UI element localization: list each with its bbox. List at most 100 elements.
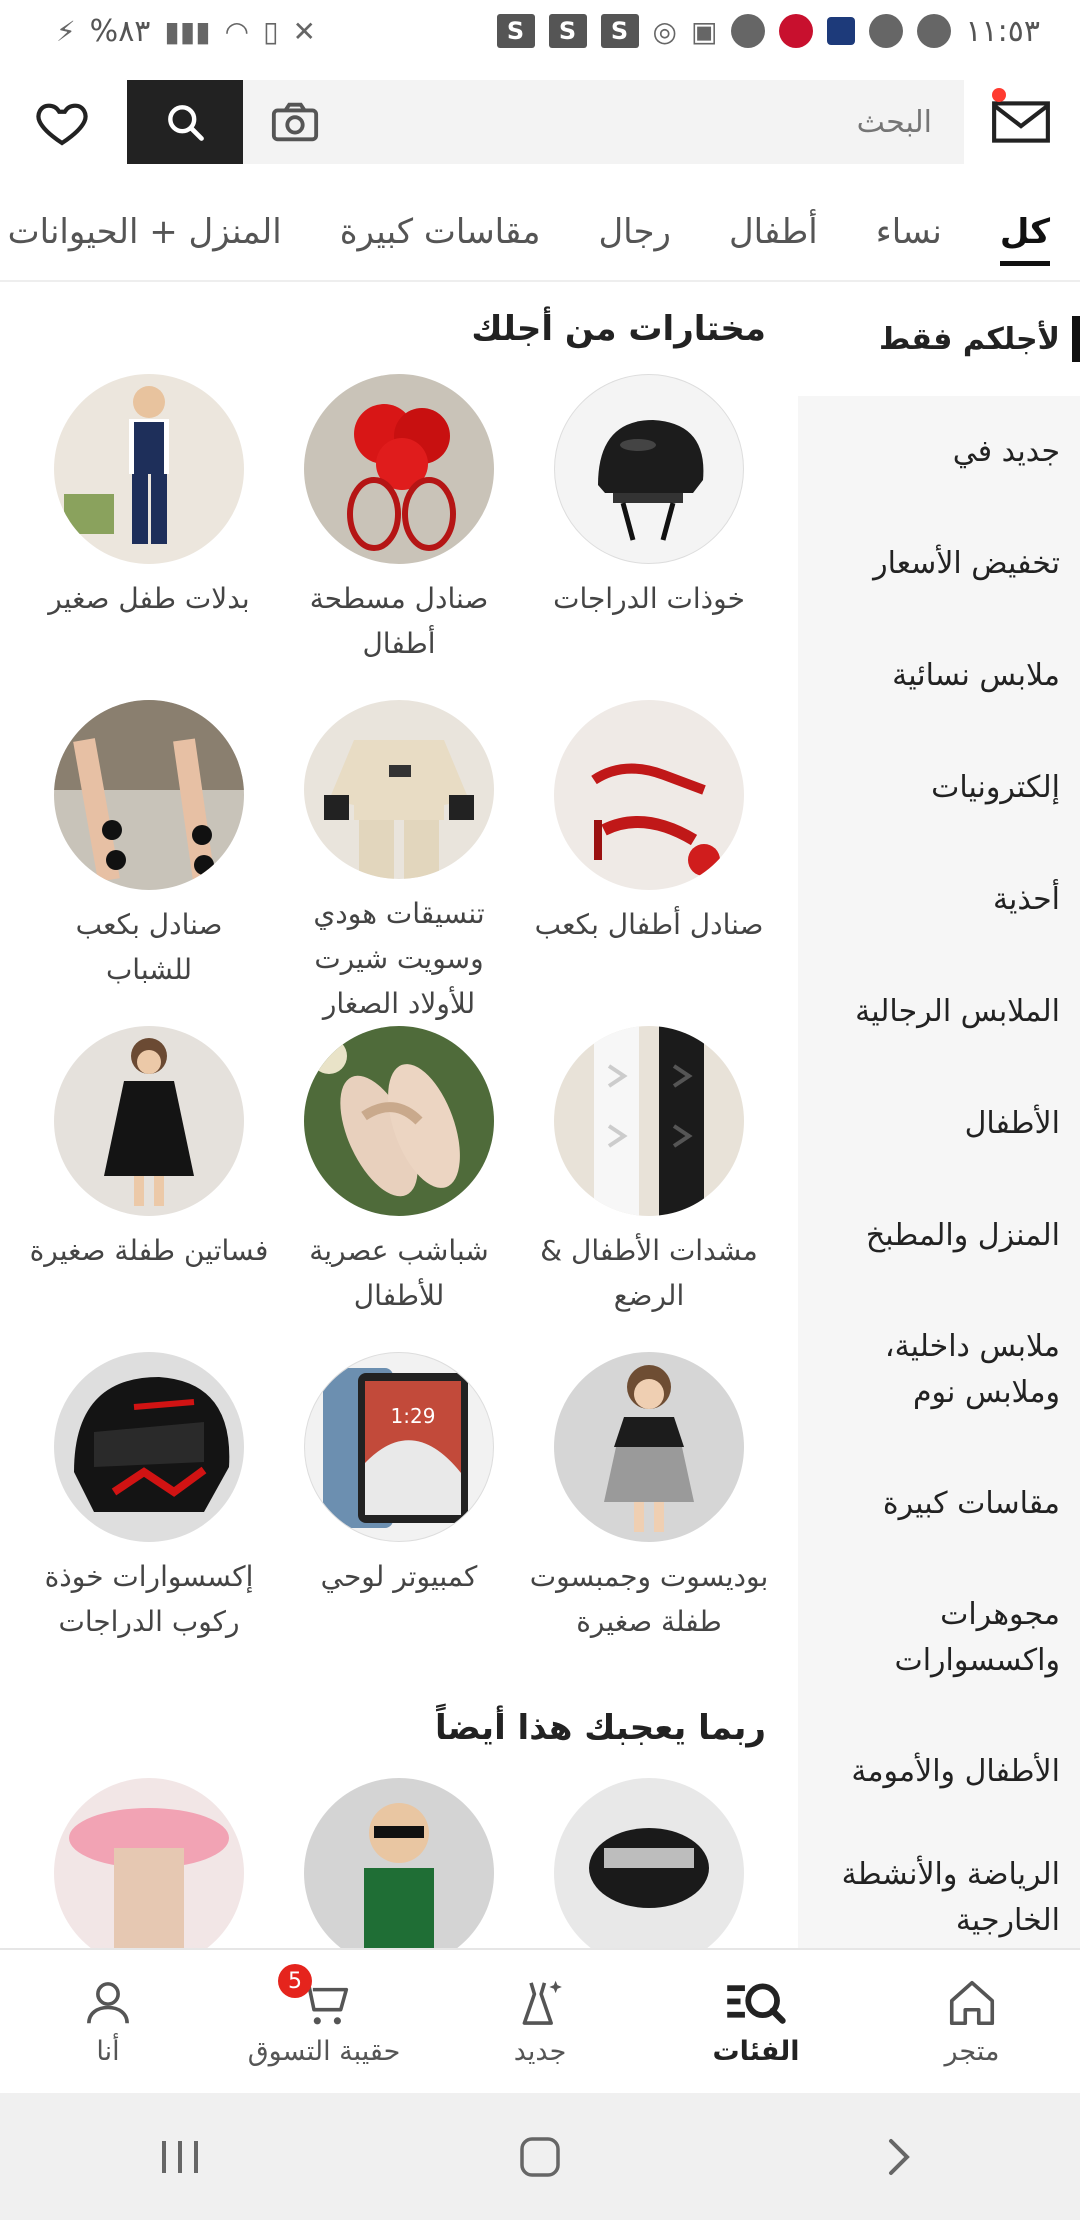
status-right: S S S ◎ ▣ ١١:٥٣	[496, 13, 1040, 49]
dress-sparkle-icon	[522, 1980, 562, 2025]
wifi-icon: ◠	[224, 14, 250, 48]
search-button[interactable]	[127, 80, 243, 164]
category-label: مشدات الأطفال & الرضع	[540, 1234, 758, 1312]
category-item[interactable]: بدلات طفل صغير	[24, 374, 274, 700]
notification-dot	[992, 88, 1006, 102]
main-content: مختارات من أجلك خوذات الدراجات صنادل مسط…	[0, 284, 798, 1948]
sidebar-item-electronics[interactable]: إلكترونيات	[798, 732, 1080, 844]
category-item[interactable]: مشدات الأطفال & الرضع	[524, 1026, 774, 1352]
s-app-icon: S	[600, 14, 639, 48]
category-label: بوديسوت وجمبسوت طفلة صغيرة	[529, 1560, 769, 1638]
tights-image	[554, 1026, 744, 1216]
recommendation-item[interactable]	[274, 1778, 524, 1948]
incognito-icon: ◎	[652, 14, 677, 48]
category-label: تنسيقات هودي وسويت شيرت للأولاد الصغار	[313, 897, 485, 1020]
back-button[interactable]	[865, 2122, 935, 2192]
cart-badge: 5	[278, 1964, 312, 1998]
mail-icon	[992, 101, 1050, 143]
search-row	[0, 78, 1080, 166]
sidebar-item-underwear-sleepwear[interactable]: ملابس داخلية، وملابس نوم	[798, 1292, 1080, 1448]
red-sandals-image	[304, 374, 494, 564]
category-item[interactable]: خوذات الدراجات	[524, 374, 774, 700]
recommendation-item[interactable]	[524, 1778, 774, 1948]
nav-cart[interactable]: 5 حقيبة التسوق	[216, 1950, 432, 2093]
tablet-image: 1:29	[304, 1352, 494, 1542]
category-item[interactable]: إكسسوارات خوذة ركوب الدراجات	[24, 1352, 274, 1678]
tab-women[interactable]: نساء	[876, 212, 942, 260]
home-circle-icon	[520, 2136, 560, 2177]
sidebar-item-new-in[interactable]: جديد في	[798, 396, 1080, 508]
sidebar-item-sale[interactable]: تخفيض الأسعار	[798, 508, 1080, 620]
product-image	[54, 1778, 244, 1948]
sidebar-item-baby-maternity[interactable]: الأطفال والأمومة	[798, 1716, 1080, 1828]
top-tabs: كل نساء أطفال رجال مقاسات كبيرة المنزل +…	[0, 192, 1080, 282]
nav-shop-label: متجر	[944, 2036, 1000, 2067]
sidebar-item-sports-outdoor[interactable]: الرياضة والأنشطة الخارجية	[798, 1828, 1080, 1948]
nav-me[interactable]: أنا	[0, 1950, 216, 2093]
category-label: كمبيوتر لوحي	[320, 1560, 478, 1593]
product-image	[554, 1778, 744, 1948]
heart-icon	[36, 103, 88, 146]
sidebar-item-home-kitchen[interactable]: المنزل والمطبخ	[798, 1180, 1080, 1292]
sidebar-item-kids[interactable]: الأطفال	[798, 1068, 1080, 1180]
status-left: ⚡ %٨٣ ▮▮▮ ◠ ▯ ✕	[56, 14, 316, 49]
nav-shop[interactable]: متجر	[864, 1950, 1080, 2093]
bodysuit-image	[554, 1352, 744, 1542]
sidebar-item-for-you[interactable]: لأجلكم فقط	[798, 284, 1080, 396]
hoodie-set-image	[304, 700, 494, 879]
moto-helmet-image	[54, 1352, 244, 1542]
sidebar-item-jewelry-accessories[interactable]: مجوهرات واكسسوارات	[798, 1560, 1080, 1716]
sidebar-item-plus-size[interactable]: مقاسات كبيرة	[798, 1448, 1080, 1560]
category-item[interactable]: بوديسوت وجمبسوت طفلة صغيرة	[524, 1352, 774, 1678]
home-button[interactable]	[505, 2122, 575, 2192]
sidebar-item-shoes[interactable]: أحذية	[798, 844, 1080, 956]
chevron-right-icon	[889, 2138, 910, 2175]
category-item[interactable]: صنادل أطفال بكعب	[524, 700, 774, 1026]
category-item[interactable]: شباشب عصرية للأطفال	[274, 1026, 524, 1352]
tab-plus-size[interactable]: مقاسات كبيرة	[340, 212, 541, 260]
tab-all[interactable]: كل	[999, 212, 1051, 266]
messages-button[interactable]	[990, 96, 1052, 148]
system-navigation	[0, 2093, 1080, 2220]
category-item[interactable]: صنادل مسطحة أطفال	[274, 374, 524, 700]
battery-saver-icon: ▯	[263, 14, 279, 48]
search-field[interactable]	[243, 80, 964, 164]
tab-men[interactable]: رجال	[598, 212, 671, 260]
girl-dress-image	[54, 1026, 244, 1216]
category-item[interactable]: صنادل بكعب للشباب	[24, 700, 274, 1026]
category-label: صنادل أطفال بكعب	[534, 908, 764, 941]
battery-percent: %٨٣	[89, 13, 151, 49]
home-icon	[949, 1980, 995, 2026]
category-item[interactable]: 1:29 كمبيوتر لوحي	[274, 1352, 524, 1678]
clock: ١١:٥٣	[965, 13, 1040, 49]
mute-icon: ✕	[292, 14, 316, 48]
tab-kids[interactable]: أطفال	[729, 212, 818, 260]
boy-suit-image	[54, 374, 244, 564]
nav-new[interactable]: جديد	[432, 1950, 648, 2093]
nav-categories[interactable]: الفئات	[648, 1950, 864, 2093]
recommendation-item[interactable]	[24, 1778, 274, 1948]
recents-icon	[162, 2140, 198, 2173]
nav-new-label: جديد	[513, 2036, 567, 2067]
signal-icon: ▮▮▮	[164, 14, 211, 48]
category-label: فساتين طفلة صغيرة	[29, 1234, 269, 1267]
person-icon	[87, 1982, 129, 2024]
tab-home-pets[interactable]: المنزل + الحيوانات	[8, 212, 282, 260]
search-icon	[168, 105, 204, 141]
nav-cart-label: حقيبة التسوق	[247, 2036, 401, 2067]
wishlist-button[interactable]	[34, 94, 90, 150]
camera-search-button[interactable]	[270, 100, 320, 144]
category-label: صنادل بكعب للشباب	[75, 908, 223, 986]
s-app-icon: S	[548, 14, 587, 48]
black-heels-image	[54, 700, 244, 890]
sidebar-item-women-clothing[interactable]: ملابس نسائية	[798, 620, 1080, 732]
product-image	[304, 1778, 494, 1948]
category-sidebar: لأجلكم فقط جديد في تخفيض الأسعار ملابس ن…	[798, 284, 1080, 1948]
category-item[interactable]: فساتين طفلة صغيرة	[24, 1026, 274, 1352]
music-icon	[917, 14, 952, 48]
sidebar-item-men-clothing[interactable]: الملابس الرجالية	[798, 956, 1080, 1068]
heel-sandals-image	[554, 700, 744, 890]
recents-button[interactable]	[145, 2122, 215, 2192]
search-input[interactable]	[432, 104, 932, 140]
category-item[interactable]: تنسيقات هودي وسويت شيرت للأولاد الصغار	[274, 700, 524, 1026]
